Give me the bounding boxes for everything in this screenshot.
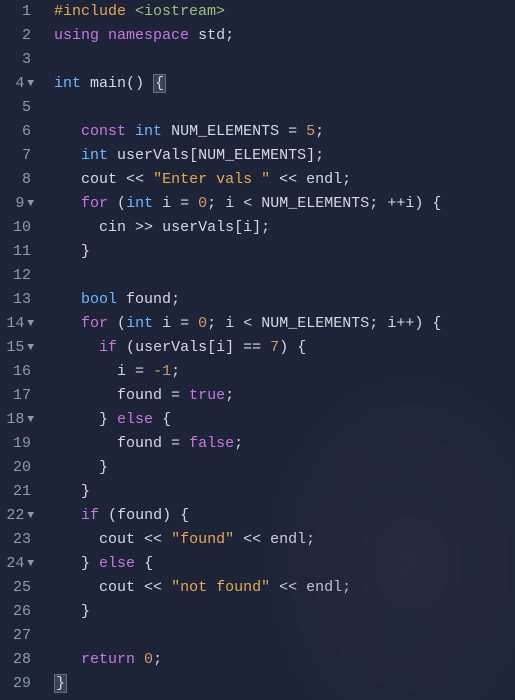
fold-icon[interactable]: ▼ — [27, 504, 34, 528]
code-line[interactable]: } — [54, 672, 515, 696]
line-number: 17 — [0, 384, 34, 408]
line-number: 14▼ — [0, 312, 34, 336]
code-line[interactable] — [54, 624, 515, 648]
line-number: 4▼ — [0, 72, 34, 96]
code-line[interactable]: } else { — [54, 552, 515, 576]
code-line[interactable]: for (int i = 0; i < NUM_ELEMENTS; ++i) { — [54, 192, 515, 216]
code-line[interactable]: cout << "found" << endl; — [54, 528, 515, 552]
line-number: 7 — [0, 144, 34, 168]
line-number: 8 — [0, 168, 34, 192]
code-line[interactable]: if (userVals[i] == 7) { — [54, 336, 515, 360]
line-number: 25 — [0, 576, 34, 600]
line-number: 19 — [0, 432, 34, 456]
code-line[interactable]: cout << "Enter vals " << endl; — [54, 168, 515, 192]
line-number: 6 — [0, 120, 34, 144]
code-area[interactable]: #include <iostream> using namespace std;… — [42, 0, 515, 700]
code-line[interactable]: i = -1; — [54, 360, 515, 384]
code-line[interactable]: } — [54, 240, 515, 264]
code-line[interactable]: for (int i = 0; i < NUM_ELEMENTS; i++) { — [54, 312, 515, 336]
line-number: 21 — [0, 480, 34, 504]
line-number: 11 — [0, 240, 34, 264]
code-line[interactable] — [54, 264, 515, 288]
code-line[interactable]: const int NUM_ELEMENTS = 5; — [54, 120, 515, 144]
code-line[interactable]: cin >> userVals[i]; — [54, 216, 515, 240]
fold-icon[interactable]: ▼ — [27, 72, 34, 96]
line-number: 15▼ — [0, 336, 34, 360]
code-line[interactable]: } — [54, 456, 515, 480]
line-number: 22▼ — [0, 504, 34, 528]
code-line[interactable]: } else { — [54, 408, 515, 432]
code-line[interactable]: bool found; — [54, 288, 515, 312]
code-line[interactable]: if (found) { — [54, 504, 515, 528]
line-number: 29 — [0, 672, 34, 696]
code-line[interactable]: found = true; — [54, 384, 515, 408]
line-number: 1 — [0, 0, 34, 24]
line-number: 13 — [0, 288, 34, 312]
line-number: 3 — [0, 48, 34, 72]
fold-icon[interactable]: ▼ — [27, 192, 34, 216]
line-number: 27 — [0, 624, 34, 648]
line-number: 10 — [0, 216, 34, 240]
line-number: 5 — [0, 96, 34, 120]
line-number: 28 — [0, 648, 34, 672]
line-number: 12 — [0, 264, 34, 288]
code-line[interactable]: } — [54, 600, 515, 624]
fold-icon[interactable]: ▼ — [27, 552, 34, 576]
code-line[interactable] — [54, 48, 515, 72]
line-number: 9▼ — [0, 192, 34, 216]
line-number: 23 — [0, 528, 34, 552]
code-line[interactable]: cout << "not found" << endl; — [54, 576, 515, 600]
code-line[interactable]: return 0; — [54, 648, 515, 672]
code-line[interactable]: found = false; — [54, 432, 515, 456]
code-line[interactable]: int userVals[NUM_ELEMENTS]; — [54, 144, 515, 168]
code-line[interactable]: using namespace std; — [54, 24, 515, 48]
fold-icon[interactable]: ▼ — [27, 336, 34, 360]
fold-icon[interactable]: ▼ — [27, 312, 34, 336]
code-line[interactable]: #include <iostream> — [54, 0, 515, 24]
code-line[interactable] — [54, 96, 515, 120]
code-line[interactable]: } — [54, 480, 515, 504]
line-number: 16 — [0, 360, 34, 384]
code-editor[interactable]: 1 2 3 4▼ 5 6 7 8 9▼ 10 11 12 13 14▼ 15▼ … — [0, 0, 515, 700]
fold-icon[interactable]: ▼ — [27, 408, 34, 432]
line-gutter: 1 2 3 4▼ 5 6 7 8 9▼ 10 11 12 13 14▼ 15▼ … — [0, 0, 42, 700]
line-number: 26 — [0, 600, 34, 624]
brace-highlight: { — [153, 74, 166, 93]
code-line[interactable]: int main() { — [54, 72, 515, 96]
line-number: 18▼ — [0, 408, 34, 432]
brace-highlight: } — [54, 674, 67, 693]
line-number: 20 — [0, 456, 34, 480]
line-number: 24▼ — [0, 552, 34, 576]
line-number: 2 — [0, 24, 34, 48]
